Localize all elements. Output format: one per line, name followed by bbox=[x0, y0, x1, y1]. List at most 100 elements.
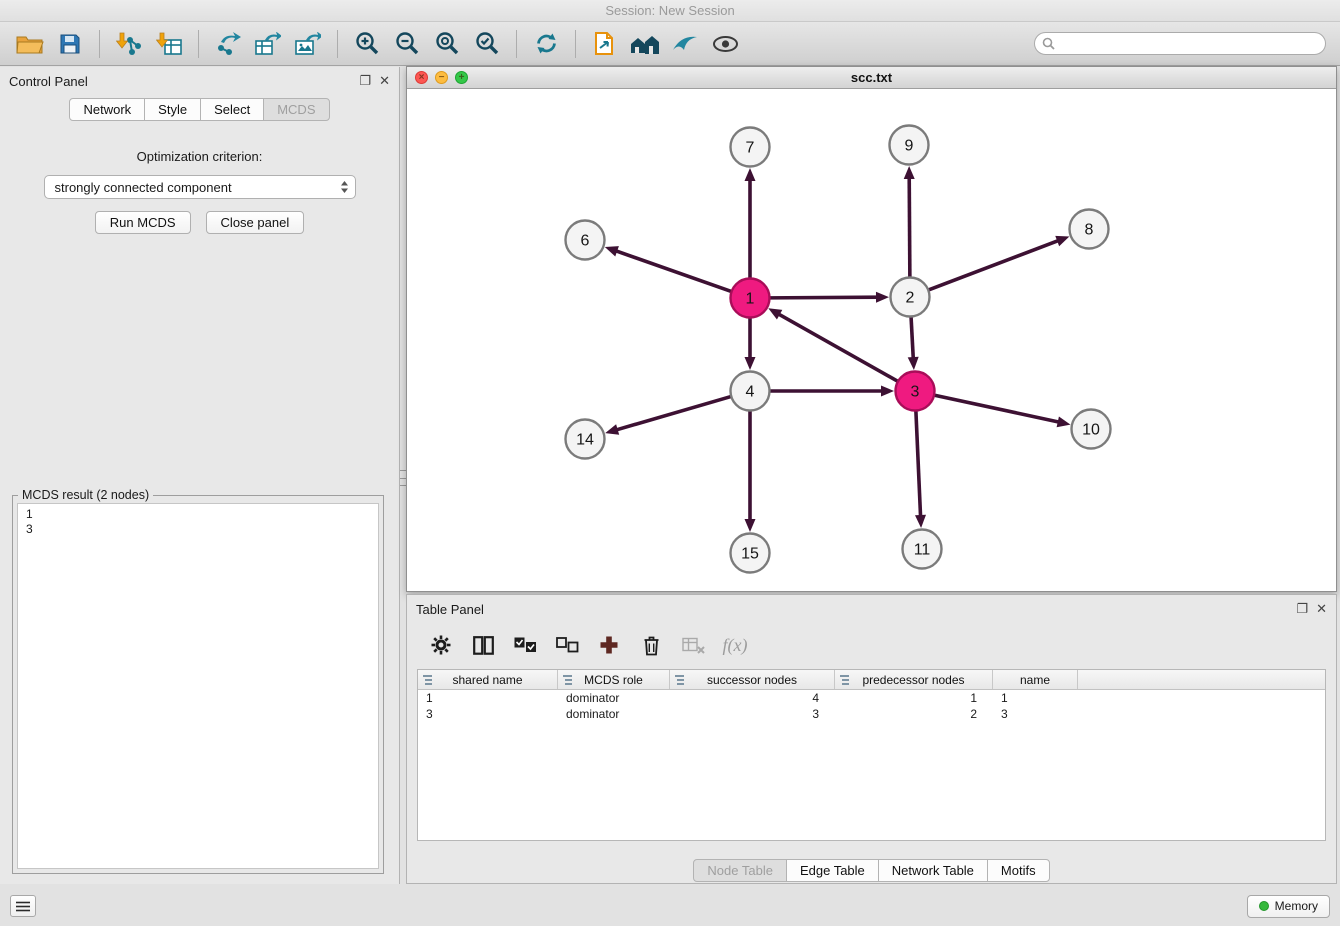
table-toolbar: f(x) bbox=[407, 623, 1336, 667]
edge-1-6[interactable] bbox=[615, 251, 731, 292]
edge-2-8[interactable] bbox=[928, 240, 1059, 290]
panel-menu-button[interactable] bbox=[10, 895, 36, 917]
node-10[interactable]: 10 bbox=[1072, 410, 1111, 449]
edge-arrowhead-4-3 bbox=[881, 386, 894, 397]
cell-shared-name[interactable]: 3 bbox=[418, 706, 558, 722]
column-header-name[interactable]: name bbox=[993, 670, 1078, 689]
delete-column-button[interactable] bbox=[633, 629, 669, 661]
add-column-button[interactable] bbox=[591, 629, 627, 661]
run-mcds-button[interactable]: Run MCDS bbox=[95, 211, 191, 234]
select-all-rows-button[interactable] bbox=[507, 629, 543, 661]
result-line: 3 bbox=[26, 522, 370, 537]
main-toolbar bbox=[0, 22, 1340, 66]
cell-predecessor-nodes[interactable]: 2 bbox=[835, 706, 993, 722]
tab-network-table[interactable]: Network Table bbox=[878, 859, 988, 882]
search-box[interactable] bbox=[1034, 32, 1326, 55]
deselect-all-rows-button[interactable] bbox=[549, 629, 585, 661]
mcds-result-list[interactable]: 13 bbox=[17, 503, 379, 869]
cell-name[interactable]: 3 bbox=[993, 706, 1078, 722]
tab-edge-table[interactable]: Edge Table bbox=[786, 859, 879, 882]
zoom-in-icon bbox=[355, 31, 380, 56]
node-3[interactable]: 3 bbox=[896, 372, 935, 411]
edge-3-1[interactable] bbox=[778, 314, 898, 382]
cell-successor-nodes[interactable]: 4 bbox=[670, 690, 835, 706]
export-image-button[interactable] bbox=[288, 26, 328, 62]
function-icon: f(x) bbox=[723, 635, 748, 656]
cell-predecessor-nodes[interactable]: 1 bbox=[835, 690, 993, 706]
node-6[interactable]: 6 bbox=[566, 221, 605, 260]
maximize-window-icon[interactable]: + bbox=[455, 71, 468, 84]
float-table-panel-icon[interactable]: ❐ bbox=[1296, 602, 1308, 616]
criterion-dropdown[interactable]: strongly connected component bbox=[44, 175, 356, 199]
apply-layout-button[interactable] bbox=[526, 26, 566, 62]
zoom-in-button[interactable] bbox=[347, 26, 387, 62]
column-header-MCDS-role[interactable]: MCDS role bbox=[558, 670, 670, 689]
show-hide-view-button[interactable] bbox=[705, 26, 745, 62]
search-input[interactable] bbox=[1059, 36, 1318, 51]
close-window-icon[interactable]: × bbox=[415, 71, 428, 84]
network-home-button[interactable] bbox=[625, 26, 665, 62]
table-settings-button[interactable] bbox=[423, 629, 459, 661]
criterion-value: strongly connected component bbox=[55, 180, 232, 195]
optimization-criterion-label: Optimization criterion: bbox=[0, 149, 399, 164]
network-canvas[interactable]: 7 9 6 8 1 2 4 3 14 10 15 11 bbox=[407, 89, 1336, 590]
tab-style[interactable]: Style bbox=[144, 98, 201, 121]
gear-icon bbox=[431, 635, 451, 655]
cell-name[interactable]: 1 bbox=[993, 690, 1078, 706]
close-panel-icon[interactable]: ✕ bbox=[379, 74, 390, 88]
node-7[interactable]: 7 bbox=[731, 128, 770, 167]
table-row[interactable]: 3dominator323 bbox=[418, 706, 1325, 722]
node-1[interactable]: 1 bbox=[731, 279, 770, 318]
node-4[interactable]: 4 bbox=[731, 372, 770, 411]
float-panel-icon[interactable]: ❐ bbox=[359, 74, 371, 88]
apply-function-button[interactable]: f(x) bbox=[717, 629, 753, 661]
import-network-button[interactable] bbox=[109, 26, 149, 62]
column-header-successor-nodes[interactable]: successor nodes bbox=[670, 670, 835, 689]
open-session-button[interactable] bbox=[10, 26, 50, 62]
tab-select[interactable]: Select bbox=[200, 98, 264, 121]
zoom-out-button[interactable] bbox=[387, 26, 427, 62]
zoom-selected-button[interactable] bbox=[467, 26, 507, 62]
save-session-button[interactable] bbox=[50, 26, 90, 62]
cell-MCDS-role[interactable]: dominator bbox=[558, 706, 670, 722]
tab-mcds[interactable]: MCDS bbox=[263, 98, 329, 121]
split-column-button[interactable] bbox=[465, 629, 501, 661]
cell-MCDS-role[interactable]: dominator bbox=[558, 690, 670, 706]
node-9[interactable]: 9 bbox=[890, 126, 929, 165]
memory-button[interactable]: Memory bbox=[1247, 895, 1330, 918]
tab-node-table[interactable]: Node Table bbox=[693, 859, 787, 882]
svg-text:6: 6 bbox=[581, 233, 590, 250]
tab-network[interactable]: Network bbox=[69, 98, 145, 121]
export-table-button[interactable] bbox=[248, 26, 288, 62]
node-11[interactable]: 11 bbox=[903, 530, 942, 569]
edge-arrowhead-1-4 bbox=[745, 357, 756, 370]
svg-text:10: 10 bbox=[1082, 422, 1100, 439]
edge-1-2[interactable] bbox=[769, 297, 878, 298]
unchecked-boxes-icon bbox=[556, 637, 579, 653]
edge-3-11[interactable] bbox=[916, 410, 921, 517]
cell-shared-name[interactable]: 1 bbox=[418, 690, 558, 706]
node-15[interactable]: 15 bbox=[731, 534, 770, 573]
node-8[interactable]: 8 bbox=[1070, 210, 1109, 249]
style-curve-button[interactable] bbox=[665, 26, 705, 62]
minimize-window-icon[interactable]: − bbox=[435, 71, 448, 84]
edge-4-14[interactable] bbox=[616, 396, 732, 430]
open-in-browser-button[interactable] bbox=[585, 26, 625, 62]
delete-table-button[interactable] bbox=[675, 629, 711, 661]
tab-motifs[interactable]: Motifs bbox=[987, 859, 1050, 882]
import-table-button[interactable] bbox=[149, 26, 189, 62]
column-header-shared-name[interactable]: shared name bbox=[418, 670, 558, 689]
zoom-fit-button[interactable] bbox=[427, 26, 467, 62]
edge-3-10[interactable] bbox=[934, 395, 1060, 422]
cell-successor-nodes[interactable]: 3 bbox=[670, 706, 835, 722]
edge-2-9[interactable] bbox=[909, 177, 910, 278]
table-row[interactable]: 1dominator411 bbox=[418, 690, 1325, 706]
node-14[interactable]: 14 bbox=[566, 420, 605, 459]
close-table-panel-icon[interactable]: ✕ bbox=[1316, 602, 1327, 616]
close-panel-button[interactable]: Close panel bbox=[206, 211, 305, 234]
edge-arrowhead-4-15 bbox=[745, 519, 756, 532]
column-header-predecessor-nodes[interactable]: predecessor nodes bbox=[835, 670, 993, 689]
node-2[interactable]: 2 bbox=[891, 278, 930, 317]
export-network-button[interactable] bbox=[208, 26, 248, 62]
edge-2-3[interactable] bbox=[911, 316, 913, 359]
